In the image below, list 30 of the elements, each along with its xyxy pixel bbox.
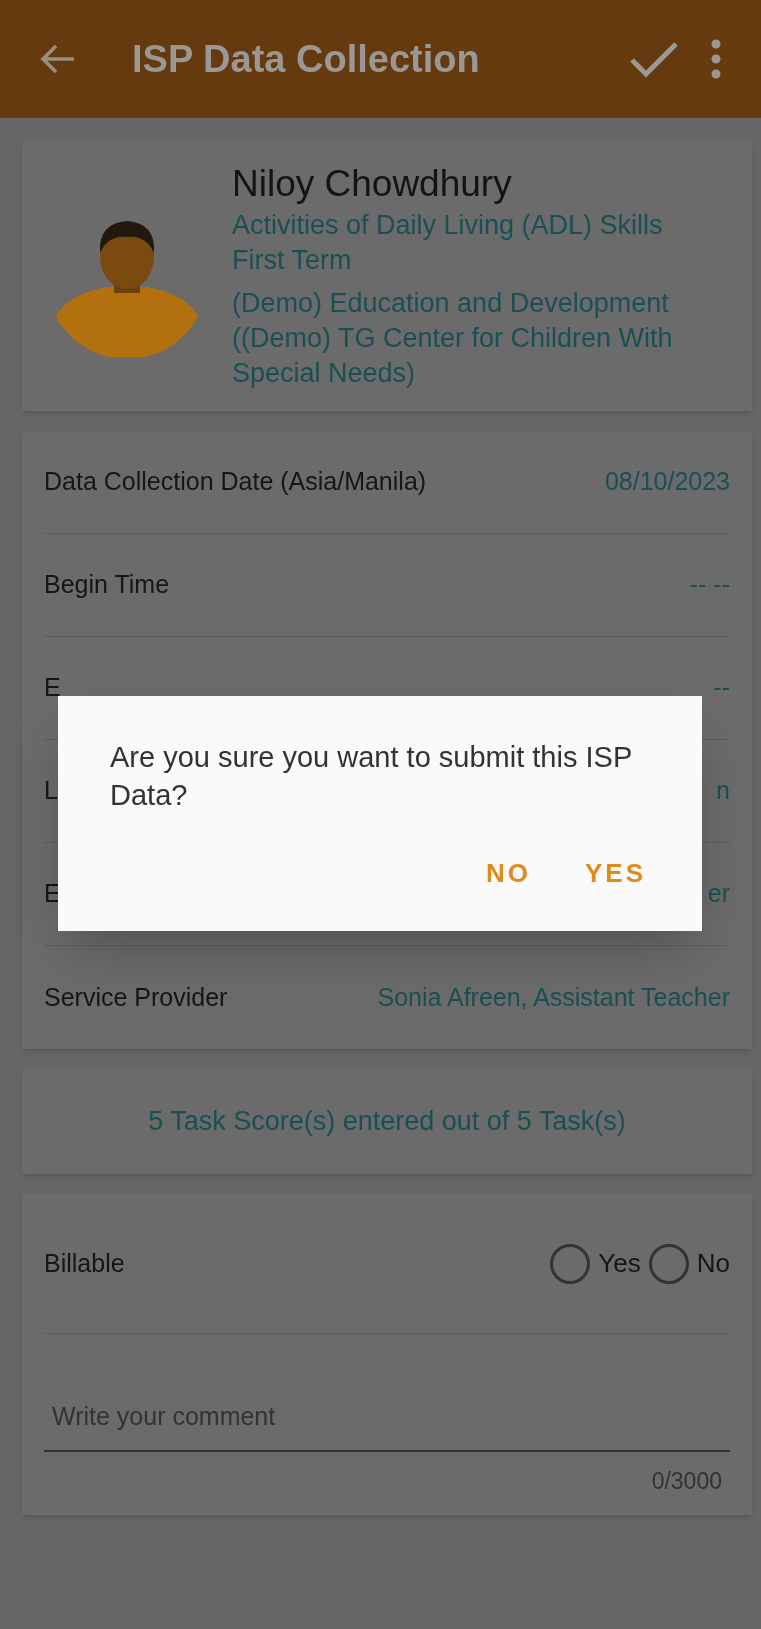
task-summary-text: 5 Task Score(s) entered out of 5 Task(s): [148, 1105, 626, 1139]
field-value: er: [707, 878, 730, 910]
program-text: Activities of Daily Living (ADL) Skills: [232, 209, 664, 242]
screen-title: ISP Data Collection: [132, 36, 481, 82]
field-value: n: [716, 775, 730, 807]
character-counter: 0/3000: [651, 1467, 722, 1496]
program-text: First Term: [232, 244, 353, 277]
field-value: Sonia Afreen, Assistant Teacher: [377, 981, 730, 1013]
comment-field[interactable]: Write your comment: [44, 1382, 730, 1452]
dialog-button[interactable]: YES: [584, 854, 646, 893]
billable-label: Billable: [44, 1247, 125, 1279]
radio-button[interactable]: [550, 1243, 591, 1284]
program-text: (Demo) Education and Development ((Demo) TG Center for Children With Special Needs): [232, 287, 674, 390]
field-value: -- --: [689, 569, 730, 601]
field-label: Data Collection Date (Asia/Manila): [44, 466, 427, 498]
student-name: Niloy Chowdhury: [232, 162, 513, 206]
field-label: L: [44, 775, 58, 807]
dialog-message: Are you sure you want to submit this ISP Data?: [110, 740, 633, 813]
radio-button[interactable]: [648, 1243, 689, 1284]
radio-option[interactable]: No: [648, 1243, 730, 1284]
more-menu-icon[interactable]: [711, 39, 721, 79]
field-value: 08/10/2023: [604, 466, 730, 498]
radio-option[interactable]: Yes: [550, 1243, 641, 1284]
field-value: --: [713, 672, 730, 704]
field-label: Service Provider: [44, 981, 228, 1013]
field-label: Begin Time: [44, 569, 170, 601]
dialog-button[interactable]: NO: [485, 854, 531, 893]
field-label: E: [44, 672, 61, 704]
back-arrow-icon[interactable]: [40, 43, 76, 75]
check-icon[interactable]: [629, 40, 679, 78]
